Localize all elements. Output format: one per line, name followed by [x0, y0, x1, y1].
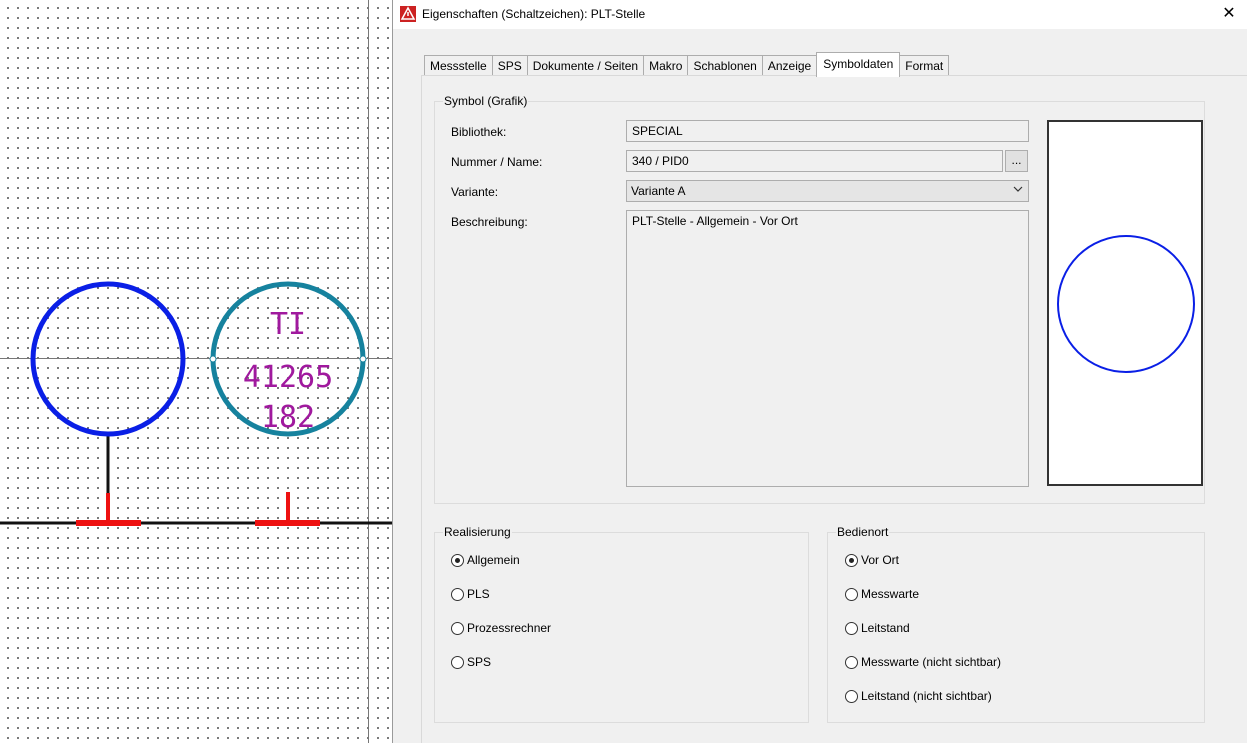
radio-label: Vor Ort [861, 553, 900, 567]
radio-vor-ort[interactable]: Vor Ort [845, 553, 899, 567]
nummer-name-field[interactable]: 340 / PID0 [626, 150, 1003, 172]
radio-label: Prozessrechner [467, 621, 552, 635]
radio-sps[interactable]: SPS [451, 655, 491, 669]
beschreibung-label: Beschreibung: [451, 215, 528, 229]
browse-button[interactable]: ... [1005, 150, 1028, 172]
radio-indicator [451, 655, 464, 669]
nummer-name-label: Nummer / Name: [451, 155, 543, 169]
tab-format[interactable]: Format [899, 55, 950, 76]
radio-leitstand[interactable]: Leitstand [845, 621, 910, 635]
tab-schablonen[interactable]: Schablonen [687, 55, 763, 76]
bibliothek-label: Bibliothek: [451, 125, 507, 139]
close-icon[interactable]: ✕ [1218, 4, 1240, 24]
preview-circle-graphic [1057, 235, 1195, 373]
properties-dialog: Eigenschaften (Schaltzeichen): PLT-Stell… [392, 0, 1247, 743]
radio-indicator [845, 621, 858, 635]
symbol-preview [1047, 120, 1203, 486]
radio-leitstand-nicht-sichtbar[interactable]: Leitstand (nicht sichtbar) [845, 689, 992, 703]
radio-indicator [451, 553, 464, 567]
dialog-titlebar[interactable]: Eigenschaften (Schaltzeichen): PLT-Stell… [393, 0, 1247, 29]
radio-pls[interactable]: PLS [451, 587, 490, 601]
grip-handle-left[interactable] [209, 355, 217, 363]
radio-label: SPS [467, 655, 492, 669]
red-marker-left [76, 493, 141, 526]
symbol-group-title: Symbol (Grafik) [443, 94, 529, 108]
dialog-title: Eigenschaften (Schaltzeichen): PLT-Stell… [422, 7, 646, 21]
bedienort-group-title: Bedienort [836, 525, 890, 539]
radio-indicator [845, 587, 858, 601]
chevron-down-icon [1013, 186, 1023, 192]
tab-messstelle[interactable]: Messstelle [424, 55, 493, 76]
schematic-canvas[interactable]: TI 41265 182 [0, 0, 392, 743]
radio-indicator [845, 655, 858, 669]
radio-label: Allgemein [467, 553, 520, 567]
radio-messwarte-nicht-sichtbar[interactable]: Messwarte (nicht sichtbar) [845, 655, 1001, 669]
schematic-drawing: TI 41265 182 [0, 0, 392, 743]
radio-prozessrechner[interactable]: Prozessrechner [451, 621, 551, 635]
beschreibung-textarea[interactable]: PLT-Stelle - Allgemein - Vor Ort [626, 210, 1029, 487]
radio-label: Messwarte [861, 587, 920, 601]
radio-label: Leitstand (nicht sichtbar) [861, 689, 992, 703]
symbol-label-number: 41265 [243, 360, 333, 395]
radio-indicator [451, 587, 464, 601]
tab-sps[interactable]: SPS [491, 55, 528, 76]
radio-label: Leitstand [861, 621, 910, 635]
radio-label: Messwarte (nicht sichtbar) [861, 655, 1002, 669]
radio-messwarte[interactable]: Messwarte [845, 587, 919, 601]
radio-indicator [451, 621, 464, 635]
variante-selected-value: Variante A [631, 184, 686, 198]
radio-allgemein[interactable]: Allgemein [451, 553, 520, 567]
symbol-label-subnumber: 182 [261, 400, 315, 435]
tab-anzeige[interactable]: Anzeige [761, 55, 818, 76]
tab-makro[interactable]: Makro [643, 55, 689, 76]
tab-dokumente-seiten[interactable]: Dokumente / Seiten [526, 55, 645, 76]
radio-indicator [845, 689, 858, 703]
tab-symboldaten[interactable]: Symboldaten [816, 52, 901, 77]
grip-handle-right[interactable] [359, 355, 367, 363]
tab-bar: Messstelle SPS Dokumente / Seiten Makro … [424, 52, 950, 77]
realisierung-group-title: Realisierung [443, 525, 512, 539]
red-marker-right [255, 492, 320, 526]
variante-select[interactable]: Variante A [626, 180, 1029, 202]
symbol-label-ti: TI [270, 307, 306, 342]
variante-label: Variante: [451, 185, 499, 199]
radio-indicator [845, 553, 858, 567]
radio-label: PLS [467, 587, 490, 601]
app-warning-icon [400, 6, 416, 22]
bibliothek-field[interactable]: SPECIAL [626, 120, 1029, 142]
